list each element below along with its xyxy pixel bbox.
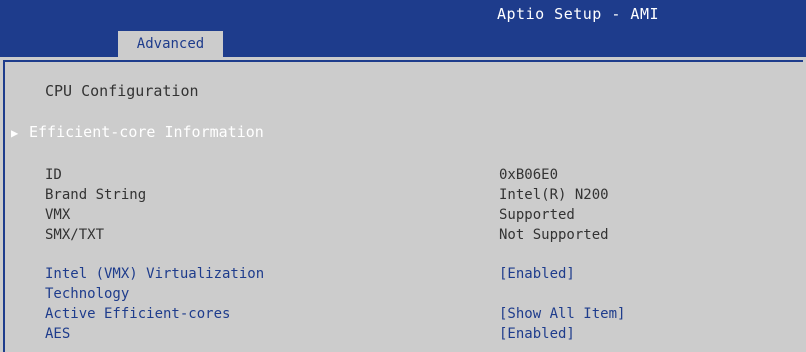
- option-vmx-value[interactable]: [Enabled]: [499, 265, 575, 283]
- tab-advanced[interactable]: Advanced: [118, 31, 223, 57]
- option-aes-label[interactable]: AES: [45, 325, 70, 343]
- info-label-smx-txt: SMX/TXT: [45, 227, 105, 243]
- info-value-smx-txt: Not Supported: [499, 227, 609, 243]
- header-bar: Aptio Setup - AMI Advanced: [0, 0, 806, 57]
- option-active-efficient-cores-label[interactable]: Active Efficient-cores: [45, 305, 230, 323]
- submenu-label: Efficient-core Information: [29, 123, 264, 141]
- settings-panel: CPU Configuration ▶ Efficient-core Inform…: [0, 57, 806, 352]
- info-label-vmx: VMX: [45, 207, 71, 223]
- info-value-id: 0xB06E0: [499, 167, 559, 183]
- settings-panel-inner: CPU Configuration ▶ Efficient-core Inform…: [3, 60, 803, 352]
- triangle-right-icon: ▶: [11, 126, 19, 140]
- info-value-brand-string: Intel(R) N200: [499, 187, 609, 203]
- option-vmx-label-line2[interactable]: Technology: [45, 285, 129, 303]
- option-aes-value[interactable]: [Enabled]: [499, 325, 575, 343]
- app-title: Aptio Setup - AMI: [497, 5, 660, 23]
- section-title: CPU Configuration: [45, 82, 199, 100]
- option-active-efficient-cores-value[interactable]: [Show All Item]: [499, 305, 625, 323]
- option-vmx-label-line1[interactable]: Intel (VMX) Virtualization: [45, 265, 264, 283]
- info-label-id: ID: [45, 167, 62, 183]
- info-value-vmx: Supported: [499, 207, 575, 223]
- submenu-efficient-core-information[interactable]: ▶ Efficient-core Information: [11, 123, 264, 142]
- info-label-brand-string: Brand String: [45, 187, 147, 203]
